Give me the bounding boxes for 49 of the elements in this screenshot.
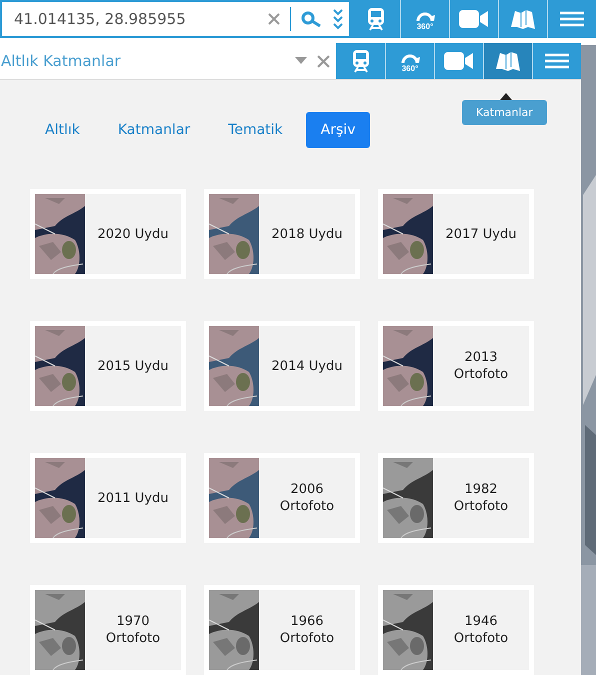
double-chevron-down-icon (333, 8, 343, 30)
layer-card[interactable]: 2013 Ortofoto (378, 321, 534, 411)
layer-label: 1966 Ortofoto (278, 613, 336, 647)
tab[interactable]: Tematik (213, 112, 298, 148)
layer-card[interactable]: 2011 Uydu (30, 453, 186, 543)
clear-button[interactable] (317, 54, 330, 68)
folded-map-icon (495, 51, 521, 72)
expand-button[interactable] (333, 8, 343, 30)
layer-label: 2020 Uydu (96, 226, 170, 242)
layer-label: 2013 Ortofoto (452, 349, 510, 383)
layer-card[interactable]: 2014 Uydu (204, 321, 360, 411)
layer-label: 1970 Ortofoto (104, 613, 162, 647)
toolbar-button[interactable] (483, 43, 532, 79)
folded-map-icon (510, 9, 536, 30)
tab[interactable]: Altlık (30, 112, 95, 148)
layer-card[interactable]: 2015 Uydu (30, 321, 186, 411)
layer-card[interactable]: 1970 Ortofoto (30, 585, 186, 675)
layer-label: 2018 Uydu (270, 226, 344, 242)
dropdown-caret-icon (295, 57, 307, 66)
layer-label: 2011 Uydu (96, 490, 170, 506)
tooltip-arrow-icon (500, 93, 512, 100)
layer-label: 2015 Uydu (96, 358, 170, 374)
layer-label: 2014 Uydu (270, 358, 344, 374)
close-icon (317, 54, 330, 68)
layer-card[interactable]: 2006 Ortofoto (204, 453, 360, 543)
tab[interactable]: Arşiv (306, 112, 370, 148)
layer-card[interactable]: 1982 Ortofoto (378, 453, 534, 543)
menu-icon (560, 11, 584, 28)
layer-card[interactable]: 1966 Ortofoto (204, 585, 360, 675)
layer-label: 1982 Ortofoto (452, 481, 510, 515)
menu-icon (545, 53, 569, 70)
clear-button[interactable] (268, 13, 280, 26)
close-icon (268, 13, 280, 26)
video-camera-icon (459, 9, 489, 30)
layer-label: 1946 Ortofoto (452, 613, 510, 647)
layer-card[interactable]: 2017 Uydu (378, 189, 534, 279)
search-button[interactable] (301, 11, 323, 28)
video-camera-icon (444, 51, 474, 72)
layer-card[interactable]: 1946 Ortofoto (378, 585, 534, 675)
layer-card[interactable]: 2020 Uydu (30, 189, 186, 279)
search-text: 41.014135, 28.985955 (14, 10, 187, 28)
select-value: Altlık Katmanlar (1, 52, 122, 70)
search-icon (301, 11, 323, 28)
layer-card[interactable]: 2018 Uydu (204, 189, 360, 279)
layer-label: 2006 Ortofoto (278, 481, 336, 515)
layer-label: 2017 Uydu (444, 226, 518, 242)
tooltip: Katmanlar (462, 100, 547, 125)
tab[interactable]: Katmanlar (102, 112, 206, 148)
search-field[interactable]: 41.014135, 28.985955 (0, 0, 351, 38)
